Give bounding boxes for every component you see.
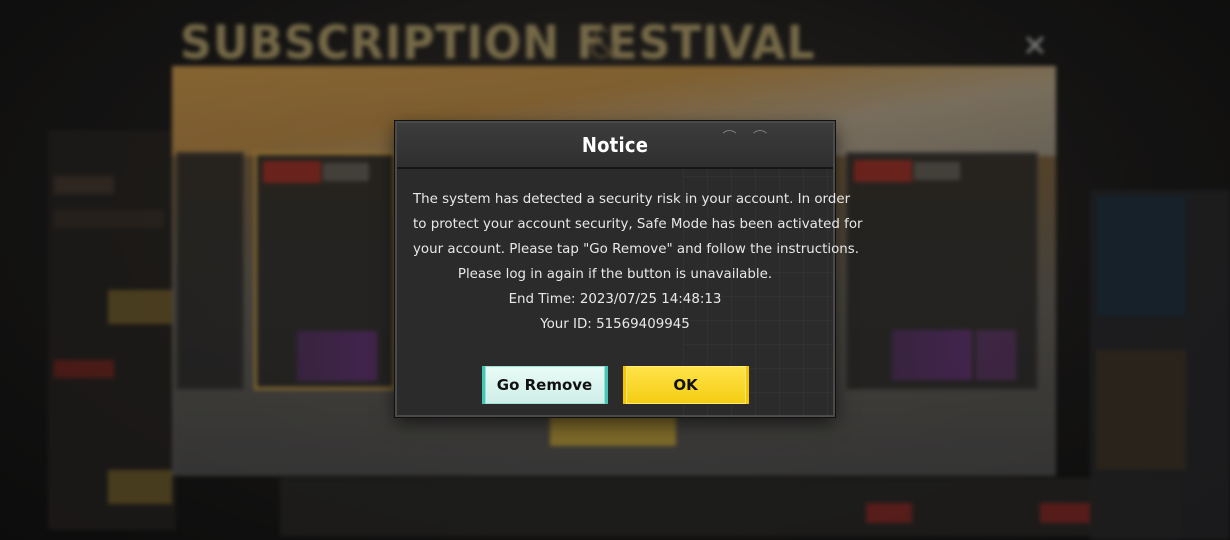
- go-remove-button[interactable]: Go Remove: [481, 366, 608, 404]
- ok-button[interactable]: OK: [622, 366, 749, 404]
- message-line: your account. Please tap "Go Remove" and…: [413, 242, 859, 257]
- parachute-decoration-icon: ⌒ ⌒: [722, 130, 773, 146]
- dialog-message: The system has detected a security risk …: [397, 169, 863, 337]
- end-time-text: End Time: 2023/07/25 14:48:13: [508, 292, 722, 307]
- message-line: Please log in again if the button is una…: [457, 267, 773, 282]
- notice-dialog: Notice ⌒ ⌒ The system has detected a sec…: [395, 121, 863, 417]
- dialog-title: Notice: [581, 133, 649, 157]
- user-id-text: Your ID: 51569409945: [540, 317, 690, 332]
- message-line: to protect your account security, Safe M…: [413, 217, 863, 232]
- dialog-header: Notice ⌒ ⌒: [397, 123, 833, 169]
- message-line: The system has detected a security risk …: [413, 192, 851, 207]
- dialog-buttons: Go Remove OK: [397, 366, 833, 404]
- game-screen: SUBSCRIPTION FESTIVAL & ✕ Notice ⌒ ⌒ The…: [0, 0, 1230, 540]
